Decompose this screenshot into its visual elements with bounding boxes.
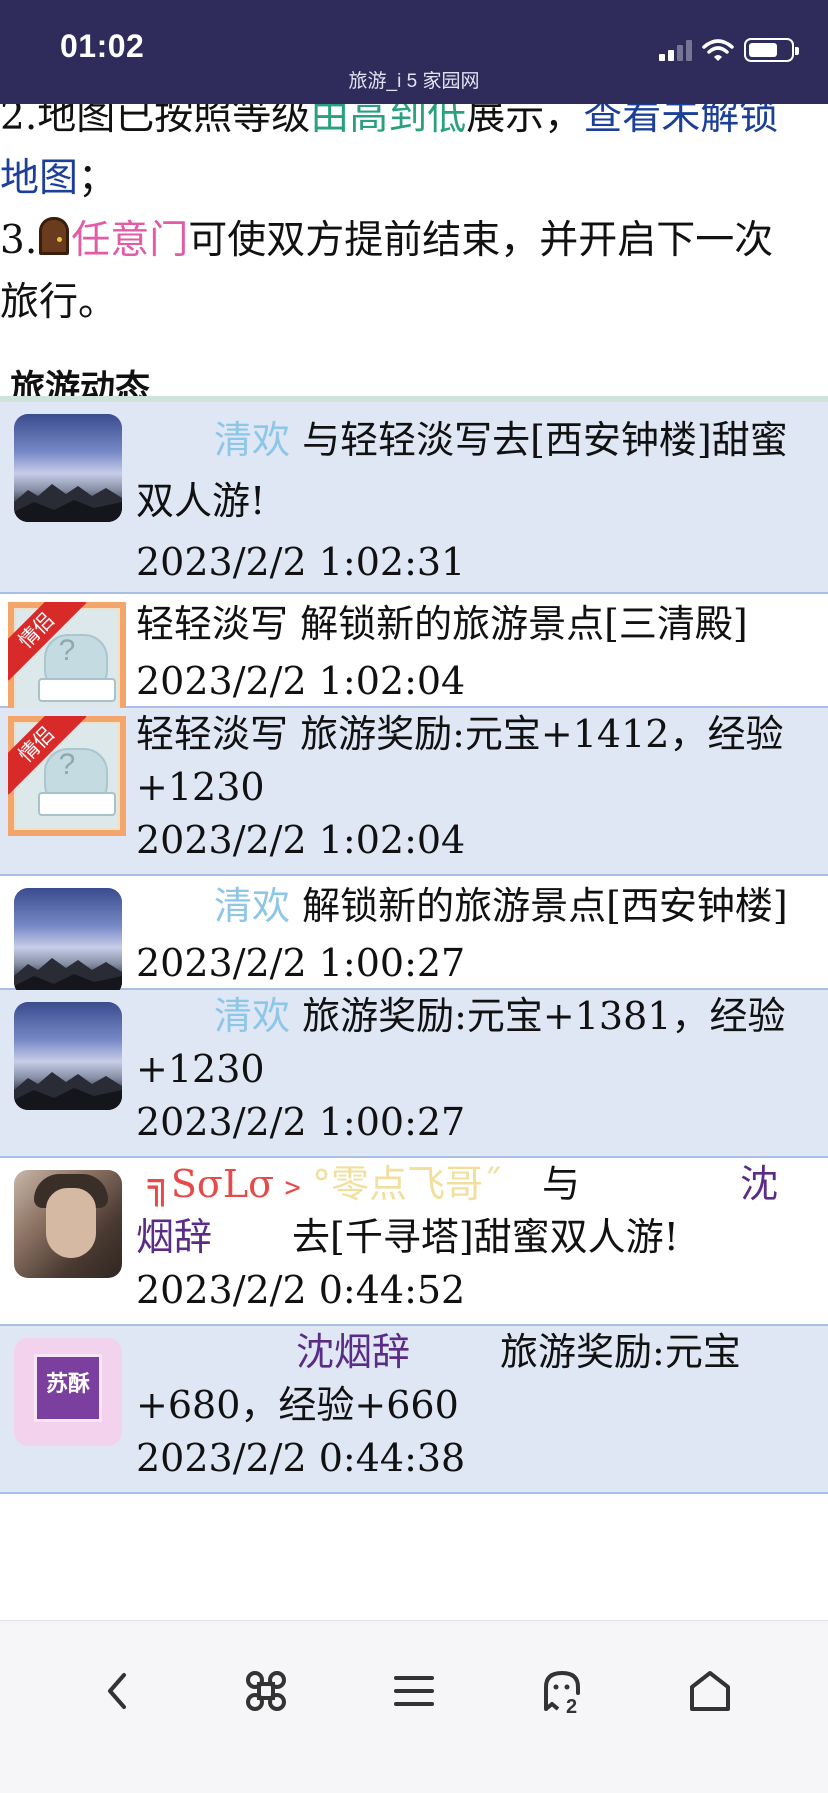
feed-time: 2023/2/2 1:02:31 — [136, 540, 466, 584]
menu-icon[interactable] — [388, 1665, 440, 1717]
brand-avatar-text: 苏酥 — [34, 1354, 102, 1422]
status-icons — [659, 36, 799, 64]
feed-row-text: 清欢 与轻轻淡写去[西安钟楼]甜蜜双人游! 2023/2/2 1:02:31 — [136, 410, 816, 593]
mountain-avatar[interactable] — [14, 414, 122, 522]
portrait-avatar[interactable] — [14, 1170, 122, 1278]
user-name-link[interactable]: 轻轻淡写 — [136, 602, 288, 646]
feed-row-text: ╗SσLσ﹥°零点飞哥˝ 与沈烟辞 去[千寻塔]甜蜜双人游! 2023/2/2 0:… — [136, 1158, 816, 1317]
feed-time: 2023/2/2 1:00:27 — [136, 941, 466, 985]
wifi-icon — [702, 39, 734, 61]
feed-row-text: 轻轻淡写 解锁新的旅游景点[三清殿] 2023/2/2 1:02:04 — [136, 594, 816, 712]
command-icon[interactable] — [240, 1665, 292, 1717]
status-bar: 01:02 旅游_i 5 家园网 — [0, 0, 828, 104]
status-time: 01:02 — [60, 28, 145, 64]
feed-time: 2023/2/2 0:44:52 — [136, 1268, 466, 1312]
user-name-link-suffix[interactable]: °零点飞哥˝ — [312, 1162, 502, 1206]
feed-time: 2023/2/2 1:02:04 — [136, 659, 466, 703]
couple-avatar[interactable]: ? 情侣 — [8, 716, 126, 836]
feed-message: 去[千寻塔]甜蜜双人游! — [292, 1215, 679, 1259]
feed-row: ? 情侣 轻轻淡写 解锁新的旅游景点[三清殿] 2023/2/2 1:02:04 — [0, 594, 828, 722]
travel-feed: 清欢 与轻轻淡写去[西安钟楼]甜蜜双人游! 2023/2/2 1:02:31 ?… — [0, 402, 828, 1494]
feed-row: 清欢 解锁新的旅游景点[西安钟楼] 2023/2/2 1:00:27 — [0, 876, 828, 996]
view-locked-maps-link-cont[interactable]: 地图 — [0, 156, 78, 201]
any-door-link[interactable]: 任意门 — [71, 218, 188, 263]
feed-row: 清欢 与轻轻淡写去[西安钟楼]甜蜜双人游! 2023/2/2 1:02:31 — [0, 402, 828, 594]
feed-time: 2023/2/2 1:00:27 — [136, 1100, 466, 1144]
couple-avatar[interactable]: ? 情侣 — [8, 602, 126, 722]
home-icon[interactable] — [684, 1665, 736, 1717]
feed-row-text: 沈烟辞 旅游奖励:元宝+680，经验+660 2023/2/2 0:44:38 — [136, 1326, 816, 1485]
brand-avatar[interactable]: 苏酥 — [14, 1338, 122, 1446]
feed-message: 解锁新的旅游景点[三清殿] — [288, 602, 748, 646]
note-3-prefix: 3. — [0, 218, 38, 263]
feed-row: ? 情侣 轻轻淡写 旅游奖励:元宝+1412，经验+1230 2023/2/2 … — [0, 708, 828, 876]
feed-row: 清欢 旅游奖励:元宝+1381，经验+1230 2023/2/2 1:00:27 — [0, 990, 828, 1158]
ghost-icon[interactable]: 2 — [536, 1665, 588, 1717]
user-name-link[interactable]: 清欢 — [214, 994, 290, 1038]
note-2-end: ； — [78, 156, 118, 201]
feed-time: 2023/2/2 1:02:04 — [136, 818, 466, 862]
back-icon[interactable] — [92, 1665, 144, 1717]
feed-row: 苏酥 沈烟辞 旅游奖励:元宝+680，经验+660 2023/2/2 0:44:3… — [0, 1326, 828, 1494]
battery-icon — [744, 38, 799, 62]
travel-notes: 2.地图已按照等级由高到低展示，查看未解锁 地图； 3. 任意门可使双方提前结束，… — [0, 86, 828, 334]
note-line-3-cont: 旅行。 — [0, 272, 828, 334]
feed-row: ╗SσLσ﹥°零点飞哥˝ 与沈烟辞 去[千寻塔]甜蜜双人游! 2023/2/2 0:… — [0, 1158, 828, 1326]
page-content: 2.地图已按照等级由高到低展示，查看未解锁 地图； 3. 任意门可使双方提前结束，… — [0, 0, 828, 1620]
note-line-2-cont: 地图； — [0, 148, 828, 210]
mountain-avatar[interactable] — [14, 1002, 122, 1110]
feed-row-text: 清欢 旅游奖励:元宝+1381，经验+1230 2023/2/2 1:00:27 — [136, 990, 816, 1149]
user-name-link[interactable]: 清欢 — [214, 418, 290, 462]
feed-time: 2023/2/2 0:44:38 — [136, 1436, 466, 1480]
mountain-avatar[interactable] — [14, 888, 122, 996]
ghost-badge: 2 — [566, 1696, 577, 1717]
door-icon — [39, 217, 70, 255]
note-3-text-cont: 旅行。 — [0, 280, 118, 325]
signal-icon — [659, 39, 692, 61]
note-line-3: 3. 任意门可使双方提前结束，并开启下一次 — [0, 210, 828, 272]
user-name-link[interactable]: 沈烟辞 — [296, 1330, 410, 1374]
join-word: 与 — [542, 1162, 581, 1206]
bottom-toolbar: 2 — [0, 1620, 828, 1793]
user-name-link[interactable]: 轻轻淡写 — [136, 712, 288, 756]
feed-message: 旅游奖励:元宝+680，经验+660 — [136, 1330, 741, 1427]
user-name-link[interactable]: 清欢 — [214, 884, 290, 928]
site-title: 旅游_i 5 家园网 — [348, 71, 480, 92]
note-3-text: 可使双方提前结束，并开启下一次 — [188, 218, 774, 263]
feed-message: 解锁新的旅游景点[西安钟楼] — [290, 884, 788, 928]
feed-row-text: 轻轻淡写 旅游奖励:元宝+1412，经验+1230 2023/2/2 1:02:… — [136, 708, 816, 867]
feed-row-text: 清欢 解锁新的旅游景点[西安钟楼] 2023/2/2 1:00:27 — [136, 876, 816, 994]
user-name-link[interactable]: ╗SσLσ﹥ — [148, 1162, 312, 1206]
